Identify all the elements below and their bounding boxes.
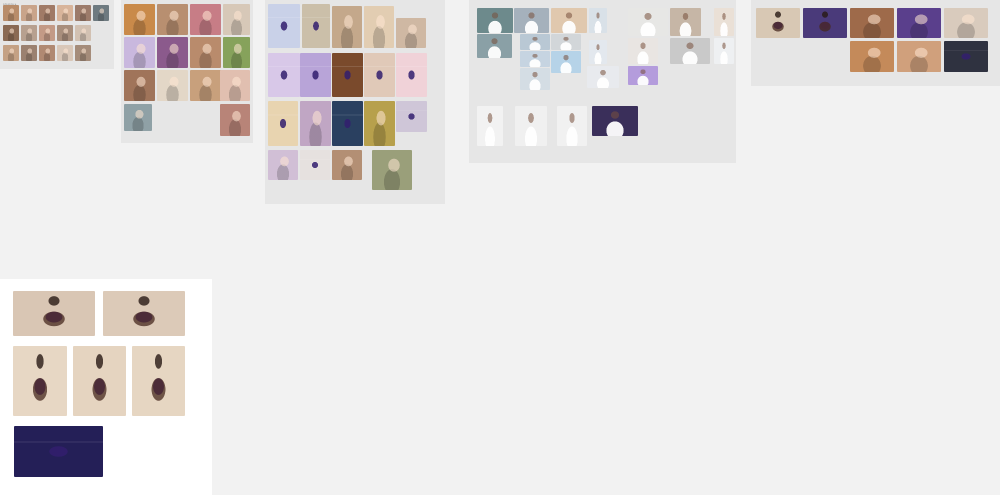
- image-thumbnail[interactable]: [39, 25, 55, 41]
- image-thumbnail[interactable]: [124, 70, 155, 101]
- frame-doctors[interactable]: [469, 0, 736, 163]
- image-thumbnail[interactable]: [75, 45, 91, 61]
- image-thumbnail[interactable]: [57, 25, 73, 41]
- frame-lifestyle-small[interactable]: Lifestyle ▸: [0, 0, 114, 69]
- image-thumbnail[interactable]: [190, 4, 221, 35]
- image-thumbnail[interactable]: [589, 8, 607, 33]
- image-thumbnail[interactable]: [850, 41, 894, 72]
- image-thumbnail[interactable]: [520, 51, 550, 67]
- image-thumbnail[interactable]: [396, 101, 427, 132]
- image-thumbnail[interactable]: [124, 4, 155, 35]
- image-thumbnail[interactable]: [3, 5, 19, 21]
- image-thumbnail[interactable]: [364, 53, 395, 97]
- image-thumbnail[interactable]: [75, 5, 91, 21]
- image-thumbnail[interactable]: [21, 45, 37, 61]
- image-thumbnail[interactable]: [14, 426, 103, 477]
- image-thumbnail[interactable]: [520, 68, 550, 90]
- image-thumbnail[interactable]: [157, 70, 188, 101]
- image-thumbnail[interactable]: [57, 5, 73, 21]
- image-thumbnail[interactable]: [514, 8, 549, 33]
- image-thumbnail[interactable]: [302, 4, 330, 48]
- image-thumbnail[interactable]: [592, 106, 638, 136]
- image-thumbnail[interactable]: [132, 346, 185, 416]
- image-thumbnail[interactable]: [520, 34, 550, 50]
- image-thumbnail[interactable]: [628, 8, 668, 36]
- image-thumbnail[interactable]: [268, 101, 298, 146]
- image-thumbnail[interactable]: [551, 51, 581, 73]
- image-thumbnail[interactable]: [589, 40, 607, 64]
- image-thumbnail[interactable]: [13, 346, 67, 416]
- image-thumbnail[interactable]: [220, 104, 250, 136]
- image-thumbnail[interactable]: [124, 104, 152, 131]
- image-thumbnail[interactable]: [332, 150, 362, 180]
- image-thumbnail[interactable]: [21, 25, 37, 41]
- frame-body-shots[interactable]: [751, 0, 1000, 86]
- image-thumbnail[interactable]: [477, 106, 503, 146]
- image-thumbnail[interactable]: [944, 41, 988, 72]
- image-thumbnail[interactable]: [268, 150, 298, 180]
- image-thumbnail[interactable]: [157, 37, 188, 68]
- image-thumbnail[interactable]: [21, 5, 37, 21]
- image-thumbnail[interactable]: [477, 34, 512, 58]
- image-thumbnail[interactable]: [3, 25, 19, 41]
- image-thumbnail[interactable]: [332, 6, 362, 48]
- image-thumbnail[interactable]: [714, 8, 734, 36]
- image-thumbnail[interactable]: [850, 8, 894, 38]
- image-thumbnail[interactable]: [587, 66, 619, 88]
- image-thumbnail[interactable]: [268, 4, 300, 48]
- image-thumbnail[interactable]: [220, 70, 250, 101]
- image-thumbnail[interactable]: [124, 37, 155, 68]
- image-thumbnail[interactable]: [75, 25, 91, 41]
- image-thumbnail[interactable]: [670, 38, 710, 64]
- image-thumbnail[interactable]: [223, 37, 250, 68]
- image-thumbnail[interactable]: [515, 106, 547, 146]
- image-thumbnail[interactable]: [396, 53, 427, 97]
- image-thumbnail[interactable]: [13, 291, 95, 336]
- frame-lifestyle-women[interactable]: [121, 0, 253, 143]
- image-thumbnail[interactable]: [551, 34, 581, 50]
- image-thumbnail[interactable]: [897, 8, 941, 38]
- image-thumbnail[interactable]: [300, 101, 331, 146]
- image-thumbnail[interactable]: [332, 101, 363, 146]
- image-thumbnail[interactable]: [670, 8, 701, 36]
- image-thumbnail[interactable]: [944, 8, 988, 38]
- image-thumbnail[interactable]: [364, 101, 395, 146]
- image-thumbnail[interactable]: [372, 150, 412, 190]
- image-thumbnail[interactable]: [39, 5, 55, 21]
- image-thumbnail[interactable]: [190, 37, 221, 68]
- image-thumbnail[interactable]: [628, 66, 658, 85]
- image-thumbnail[interactable]: [190, 70, 221, 101]
- image-thumbnail[interactable]: [628, 38, 658, 64]
- image-thumbnail[interactable]: [3, 45, 19, 61]
- image-thumbnail[interactable]: [73, 346, 126, 416]
- image-thumbnail[interactable]: [551, 8, 587, 33]
- image-thumbnail[interactable]: [477, 8, 513, 33]
- image-thumbnail[interactable]: [756, 8, 800, 38]
- image-thumbnail[interactable]: [396, 18, 426, 48]
- image-thumbnail[interactable]: [157, 4, 188, 35]
- image-thumbnail[interactable]: [93, 5, 109, 21]
- image-thumbnail[interactable]: [57, 45, 73, 61]
- image-thumbnail[interactable]: [300, 53, 331, 97]
- image-thumbnail[interactable]: [268, 53, 300, 97]
- image-thumbnail[interactable]: [803, 8, 847, 38]
- image-thumbnail[interactable]: [332, 53, 363, 97]
- frame-body-positive[interactable]: [0, 279, 212, 495]
- image-thumbnail[interactable]: [300, 150, 330, 180]
- image-thumbnail[interactable]: [364, 6, 394, 48]
- image-thumbnail[interactable]: [223, 4, 250, 35]
- frame-product-shots[interactable]: [265, 0, 445, 204]
- image-thumbnail[interactable]: [39, 45, 55, 61]
- image-thumbnail[interactable]: [897, 41, 941, 72]
- image-thumbnail[interactable]: [714, 38, 734, 64]
- image-thumbnail[interactable]: [557, 106, 587, 146]
- image-thumbnail[interactable]: [103, 291, 185, 336]
